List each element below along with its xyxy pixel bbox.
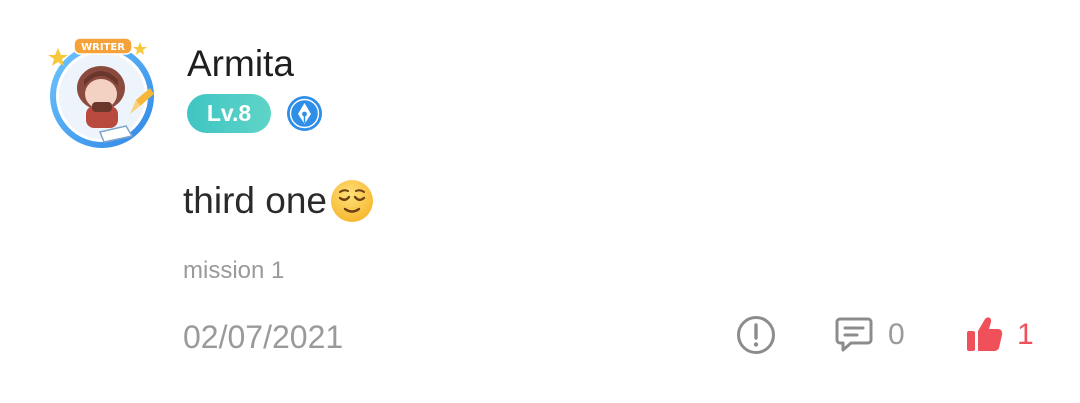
post-message-text: third one: [183, 180, 327, 221]
author-badges: Lv.8: [187, 93, 323, 133]
like-count: 1: [1017, 318, 1034, 351]
exclamation-circle-icon: [737, 316, 775, 354]
level-badge: Lv.8: [187, 93, 271, 133]
post-date: 02/07/2021: [183, 319, 344, 355]
thumbs-up-icon: [967, 317, 1003, 351]
author-avatar[interactable]: WRITER: [44, 36, 162, 152]
comment-button[interactable]: 0: [834, 314, 905, 356]
avatar-frame-label: WRITER: [81, 42, 125, 53]
avatar-frame-image: WRITER: [48, 37, 154, 148]
author-name[interactable]: Armita: [187, 42, 294, 86]
relieved-face-emoji: [331, 180, 373, 222]
comment-bubble-icon: [835, 317, 873, 352]
post-message: third one: [183, 178, 375, 224]
like-button[interactable]: 1: [965, 314, 1034, 356]
comment-count: 0: [888, 318, 905, 351]
post-tag[interactable]: mission 1: [183, 256, 284, 286]
fountain-pen-nib-icon: [287, 95, 322, 131]
report-button[interactable]: [735, 314, 777, 356]
